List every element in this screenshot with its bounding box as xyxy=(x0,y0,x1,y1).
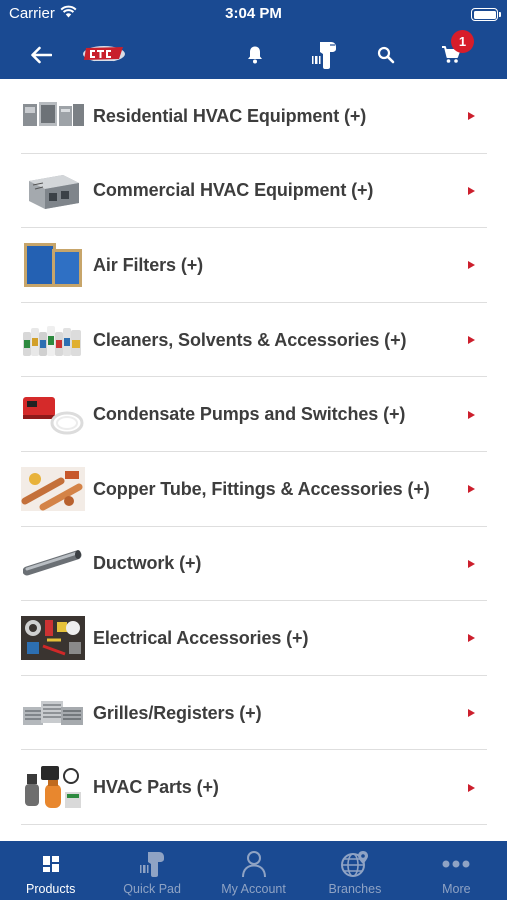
tab-label: Quick Pad xyxy=(123,882,181,896)
chevron-right-icon xyxy=(468,410,475,419)
chevron-right-icon xyxy=(468,559,475,568)
copper-tube-icon xyxy=(21,466,85,512)
category-label: Electrical Accessories (+) xyxy=(93,627,309,648)
tab-label: My Account xyxy=(221,882,286,896)
category-label: Ductwork (+) xyxy=(93,553,202,574)
category-row[interactable]: Residential HVAC Equipment (+) xyxy=(0,79,507,154)
grilles-icon xyxy=(21,690,85,736)
category-row[interactable]: Copper Tube, Fittings & Accessories (+) xyxy=(0,452,507,527)
category-label: Cleaners, Solvents & Accessories (+) xyxy=(93,329,407,350)
barcode-scanner-button[interactable] xyxy=(308,30,340,79)
ctc-logo[interactable] xyxy=(80,30,128,79)
category-row[interactable]: Ductwork (+) xyxy=(0,527,507,602)
status-bar: Carrier 3:04 PM xyxy=(0,0,507,30)
grid-icon xyxy=(42,850,60,878)
notifications-button[interactable] xyxy=(241,30,269,79)
category-row[interactable]: Condensate Pumps and Switches (+) xyxy=(0,377,507,452)
cleaners-icon xyxy=(21,317,85,363)
chevron-right-icon xyxy=(468,261,475,270)
navigation-bar: 1 xyxy=(0,30,507,79)
globe-icon xyxy=(340,850,369,878)
chevron-right-icon xyxy=(468,709,475,718)
category-label: HVAC Parts (+) xyxy=(93,777,219,798)
commercial-hvac-icon xyxy=(21,168,85,214)
back-button[interactable] xyxy=(24,30,58,79)
tab-quick-pad[interactable]: Quick Pad xyxy=(101,841,202,900)
air-filter-icon xyxy=(21,242,85,288)
tab-my-account[interactable]: My Account xyxy=(203,841,304,900)
category-label: Commercial HVAC Equipment (+) xyxy=(93,180,374,201)
tab-label: Branches xyxy=(328,882,382,896)
chevron-right-icon xyxy=(468,336,475,345)
search-button[interactable] xyxy=(372,30,400,79)
category-row[interactable]: Electrical Accessories (+) xyxy=(0,601,507,676)
back-arrow-icon xyxy=(31,46,52,63)
chevron-right-icon xyxy=(468,634,475,643)
category-label: Condensate Pumps and Switches (+) xyxy=(93,404,406,425)
person-icon xyxy=(241,850,267,878)
tab-label: More xyxy=(442,882,471,896)
ductwork-icon xyxy=(21,541,85,587)
tab-more[interactable]: More xyxy=(406,841,507,900)
chevron-right-icon xyxy=(468,783,475,792)
tab-bar: Products Quick Pad My Account Branches M… xyxy=(0,841,507,900)
cart-count-badge[interactable]: 1 xyxy=(451,30,474,53)
category-label: Air Filters (+) xyxy=(93,254,204,275)
category-label: Grilles/Registers (+) xyxy=(93,702,262,723)
tab-label: Products xyxy=(26,882,76,896)
electrical-icon xyxy=(21,615,85,661)
category-row[interactable]: Commercial HVAC Equipment (+) xyxy=(0,154,507,229)
chevron-right-icon xyxy=(468,112,475,121)
category-label: Copper Tube, Fittings & Accessories (+) xyxy=(93,478,430,499)
residential-hvac-icon xyxy=(21,93,85,139)
category-row[interactable]: Air Filters (+) xyxy=(0,228,507,303)
category-row[interactable]: Cleaners, Solvents & Accessories (+) xyxy=(0,303,507,378)
chevron-right-icon xyxy=(468,186,475,195)
chevron-right-icon xyxy=(468,485,475,494)
battery-icon xyxy=(471,8,501,21)
hvac-parts-icon xyxy=(21,765,85,811)
search-icon xyxy=(377,46,395,63)
category-list: Residential HVAC Equipment (+) Commercia… xyxy=(0,79,507,841)
category-row[interactable]: Grilles/Registers (+) xyxy=(0,676,507,751)
category-label: Residential HVAC Equipment (+) xyxy=(93,105,367,126)
scanner-icon xyxy=(312,41,336,69)
tab-products[interactable]: Products xyxy=(0,841,101,900)
clock: 3:04 PM xyxy=(225,5,282,22)
tab-branches[interactable]: Branches xyxy=(304,841,405,900)
scanner-icon xyxy=(138,850,166,878)
condensate-pump-icon xyxy=(21,392,85,438)
category-row[interactable]: HVAC Parts (+) xyxy=(0,750,507,825)
bell-icon xyxy=(248,46,262,64)
more-icon xyxy=(442,850,470,878)
